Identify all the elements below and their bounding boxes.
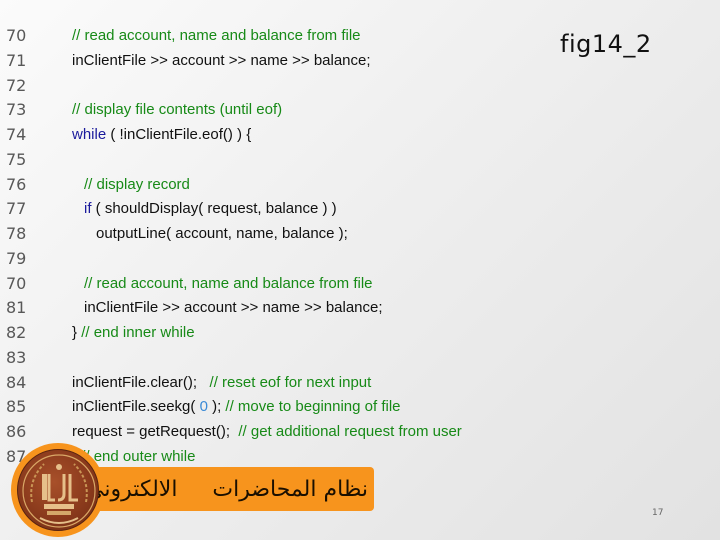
code-token-code: inClientFile.clear(); xyxy=(72,373,210,391)
code-token-keyword: while xyxy=(72,126,107,143)
code-line: if ( shouldDisplay( request, balance ) ) xyxy=(72,197,462,222)
line-number-gutter: 70 71 72 73 74 75 76 77 78 79 70 81 82 83 84 85 86 87 xyxy=(6,24,26,470)
line-number: 75 xyxy=(6,149,27,169)
line-number: 82 xyxy=(6,323,27,342)
line-number: 84 xyxy=(6,372,27,392)
code-listing: // read account, name and balance from f… xyxy=(72,24,462,470)
code-line: inClientFile >> account >> name >> balan… xyxy=(72,296,462,321)
code-token-comment: // reset eof for next input xyxy=(209,373,372,391)
banner-text: نظام المحاضرات الالكتروني xyxy=(86,476,368,502)
line-number: 77 xyxy=(6,199,27,219)
line-number: 71 xyxy=(6,50,27,70)
code-token-code: inClientFile >> account >> name >> balan… xyxy=(84,299,383,317)
code-line: request = getRequest(); // get additiona… xyxy=(72,420,462,445)
code-token-code: ); xyxy=(207,398,226,416)
code-line: } // end outer while xyxy=(72,445,462,470)
code-line: } // end inner while xyxy=(72,321,462,346)
figure-label: fig14_2 xyxy=(560,30,652,58)
seal-graphic xyxy=(22,454,96,528)
code-token-comment: // read account, name and balance from f… xyxy=(72,27,361,44)
page-number: 17 xyxy=(652,508,664,518)
lecture-system-banner: نظام المحاضرات الالكتروني xyxy=(86,467,374,511)
line-number: 83 xyxy=(6,347,27,367)
code-line: outputLine( account, name, balance ); xyxy=(72,222,462,247)
code-token-code: outputLine( account, name, balance ); xyxy=(96,225,348,242)
line-number: 73 xyxy=(6,100,27,120)
line-number: 78 xyxy=(6,224,27,243)
code-token-code: } xyxy=(72,324,82,341)
line-number: 70 xyxy=(6,26,27,45)
line-number: 81 xyxy=(6,298,27,318)
line-number: 74 xyxy=(6,125,27,144)
code-line: // read account, name and balance from f… xyxy=(72,272,462,297)
code-token-code: ( !inClientFile.eof() ) { xyxy=(106,126,252,143)
line-number: 70 xyxy=(6,273,27,293)
code-token-code: request = getRequest(); xyxy=(72,423,239,440)
code-line: // display file contents (until eof) xyxy=(72,98,462,123)
code-token-comment: // end outer while xyxy=(81,447,196,465)
code-token-number: 0 xyxy=(199,398,208,416)
code-token-comment: // display file contents (until eof) xyxy=(72,101,283,119)
code-token-comment: // end inner while xyxy=(81,324,195,341)
university-seal-icon xyxy=(17,449,99,531)
code-token-code: inClientFile >> account >> name >> balan… xyxy=(72,51,371,69)
code-token-comment: // move to beginning of file xyxy=(225,398,401,416)
line-number: 76 xyxy=(6,174,27,194)
code-token-comment: // get additional request from user xyxy=(238,423,462,440)
code-line: // display record xyxy=(72,173,462,198)
line-number: 79 xyxy=(6,248,27,268)
code-line: while ( !inClientFile.eof() ) { xyxy=(72,123,462,148)
line-number: 85 xyxy=(6,397,27,417)
code-line: // read account, name and balance from f… xyxy=(72,24,462,49)
line-number: 72 xyxy=(6,75,27,95)
slide: 70 71 72 73 74 75 76 77 78 79 70 81 82 83 84 85 86 87 // … xyxy=(0,0,720,540)
code-token-comment: // read account, name and balance from f… xyxy=(84,274,373,292)
code-token-code: ( shouldDisplay( request, balance ) ) xyxy=(91,200,337,218)
code-token-keyword: if xyxy=(84,200,92,218)
code-line: inClientFile.clear(); // reset eof for n… xyxy=(72,371,462,396)
line-number: 86 xyxy=(6,422,27,441)
code-line: inClientFile >> account >> name >> balan… xyxy=(72,49,462,74)
code-token-comment: // display record xyxy=(84,175,190,193)
code-line: inClientFile.seekg( 0 ); // move to begi… xyxy=(72,395,462,420)
code-token-code: inClientFile.seekg( xyxy=(72,398,200,416)
